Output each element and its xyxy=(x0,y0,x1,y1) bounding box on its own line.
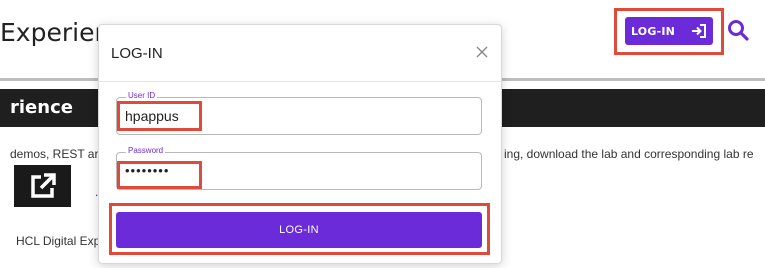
external-link-icon xyxy=(30,173,56,198)
close-icon[interactable] xyxy=(475,45,489,59)
password-label: Password xyxy=(126,146,166,155)
user-id-input[interactable]: hpappus xyxy=(125,108,179,124)
user-id-field[interactable]: User ID hpappus xyxy=(116,91,482,135)
header-login-label: LOG-IN xyxy=(630,24,676,38)
body-text-right: ing, download the lab and corresponding … xyxy=(504,147,754,161)
hero-title: rience xyxy=(10,97,73,118)
modal-title: LOG-IN xyxy=(111,45,163,62)
external-link-tile[interactable] xyxy=(14,165,71,207)
search-icon[interactable] xyxy=(727,19,749,41)
body-text-left: demos, REST ar xyxy=(10,147,99,161)
password-field[interactable]: Password •••••••• xyxy=(116,146,482,190)
sign-in-icon xyxy=(692,24,707,38)
password-input[interactable]: •••••••• xyxy=(125,163,169,178)
header-login-button[interactable]: LOG-IN xyxy=(625,17,713,45)
user-id-label: User ID xyxy=(126,91,158,100)
modal-header: LOG-IN xyxy=(99,25,501,82)
login-submit-button[interactable]: LOG-IN xyxy=(116,212,482,248)
footer-text: HCL Digital Exp xyxy=(16,234,101,248)
login-modal: LOG-IN User ID hpappus Password ••••••••… xyxy=(98,24,502,264)
